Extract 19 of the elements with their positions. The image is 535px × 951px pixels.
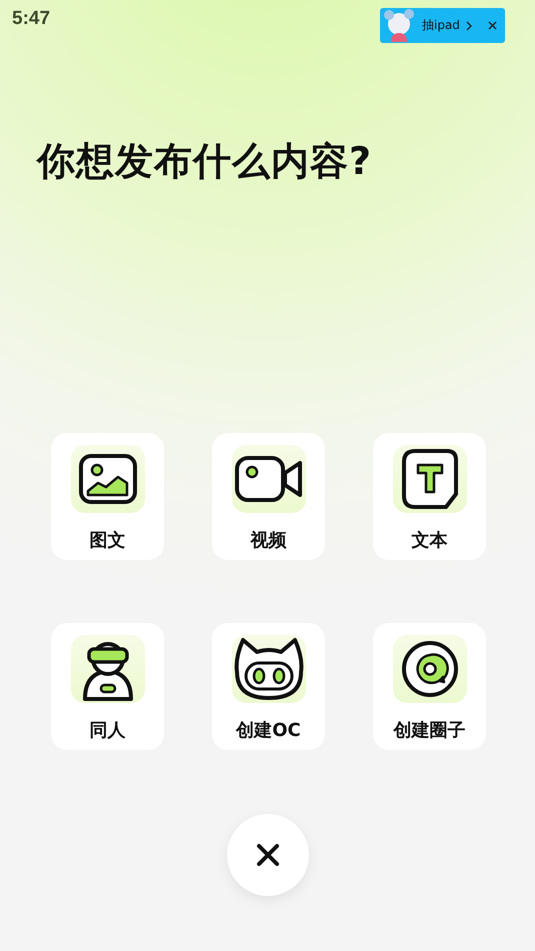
close-icon[interactable] (488, 21, 497, 30)
letter-t-icon (400, 448, 458, 510)
post-type-card[interactable]: 视频 (212, 433, 325, 560)
chevron-right-icon (466, 20, 472, 30)
post-type-card[interactable]: 图文 (51, 433, 164, 560)
banner-text: 抽ipad (422, 17, 460, 34)
chat-bubble-icon (400, 639, 460, 699)
post-type-card[interactable]: 创建圈子 (373, 623, 486, 750)
promo-banner[interactable]: 抽ipad (380, 8, 505, 43)
status-time: 5:47 (12, 8, 50, 30)
post-type-card[interactable]: 同人 (51, 623, 164, 750)
video-camera-icon (234, 455, 304, 503)
post-type-card[interactable]: 文本 (373, 433, 486, 560)
close-icon (256, 843, 280, 867)
post-type-card[interactable]: 创建OC (212, 623, 325, 750)
page-title: 你想发布什么内容? (37, 138, 374, 185)
cat-icon (232, 636, 304, 702)
mascot-icon (382, 9, 416, 42)
image-icon (78, 453, 138, 505)
